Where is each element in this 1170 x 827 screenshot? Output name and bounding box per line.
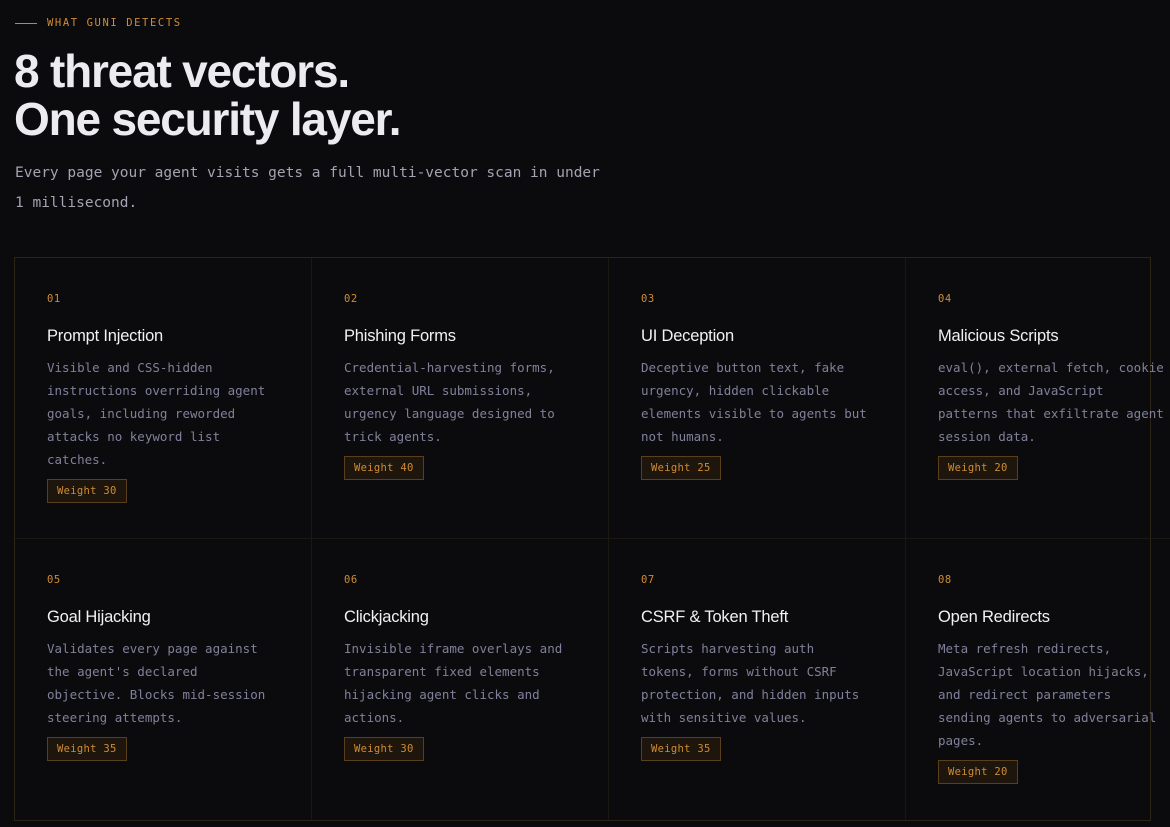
threat-title: Clickjacking: [344, 608, 429, 626]
threat-description: Scripts harvesting auth tokens, forms wi…: [641, 641, 860, 725]
threat-title: Phishing Forms: [344, 327, 456, 345]
threat-description: Credential-harvesting forms, external UR…: [344, 360, 555, 444]
threat-title: Malicious Scripts: [938, 327, 1059, 345]
weight-badge: Weight 20: [938, 760, 1018, 784]
section-headline: 8 threat vectors. One security layer.: [14, 45, 402, 145]
threat-card-goal-hijacking: 05 Goal Hijacking Validates every page a…: [15, 539, 312, 820]
threat-number: 05: [47, 574, 61, 586]
threat-description: Visible and CSS-hidden instructions over…: [47, 360, 266, 467]
section-eyebrow: WHAT GUNI DETECTS: [15, 15, 182, 31]
threat-description: Validates every page against the agent's…: [47, 641, 266, 725]
weight-badge: Weight 20: [938, 456, 1018, 480]
threat-card-ui-deception: 03 UI Deception Deceptive button text, f…: [609, 258, 906, 539]
weight-badge: Weight 35: [641, 737, 721, 761]
threat-description: Invisible iframe overlays and transparen…: [344, 641, 563, 725]
weight-badge: Weight 30: [344, 737, 424, 761]
threat-number: 04: [938, 293, 952, 305]
eyebrow-divider: [15, 22, 37, 24]
section-subtitle: Every page your agent visits gets a full…: [15, 165, 600, 211]
weight-badge: Weight 30: [47, 479, 127, 503]
threat-title: Goal Hijacking: [47, 608, 151, 626]
threat-title: UI Deception: [641, 327, 734, 345]
headline-line-2: One security layer.: [14, 93, 402, 145]
threat-number: 06: [344, 574, 358, 586]
threat-number: 07: [641, 574, 655, 586]
threat-number: 02: [344, 293, 358, 305]
threat-card-malicious-scripts: 04 Malicious Scripts eval(), external fe…: [906, 258, 1170, 539]
headline-line-1: 8 threat vectors.: [14, 45, 350, 97]
threat-card-phishing-forms: 02 Phishing Forms Credential-harvesting …: [312, 258, 609, 539]
threat-number: 03: [641, 293, 655, 305]
threat-title: CSRF & Token Theft: [641, 608, 789, 626]
threat-number: 01: [47, 293, 61, 305]
threat-card-open-redirects: 08 Open Redirects Meta refresh redirects…: [906, 539, 1170, 820]
threat-title: Open Redirects: [938, 608, 1050, 626]
threat-description: Deceptive button text, fake urgency, hid…: [641, 360, 867, 444]
threat-vectors-grid: 01 Prompt Injection Visible and CSS-hidd…: [14, 257, 1170, 821]
threat-card-prompt-injection: 01 Prompt Injection Visible and CSS-hidd…: [15, 258, 312, 539]
threat-card-clickjacking: 06 Clickjacking Invisible iframe overlay…: [312, 539, 609, 820]
threat-description: eval(), external fetch, cookie access, a…: [938, 360, 1164, 444]
weight-badge: Weight 25: [641, 456, 721, 480]
threat-card-csrf-token-theft: 07 CSRF & Token Theft Scripts harvesting…: [609, 539, 906, 820]
weight-badge: Weight 40: [344, 456, 424, 480]
eyebrow-label: WHAT GUNI DETECTS: [47, 17, 182, 29]
weight-badge: Weight 35: [47, 737, 127, 761]
threat-number: 08: [938, 574, 952, 586]
threat-title: Prompt Injection: [47, 327, 164, 345]
threat-description: Meta refresh redirects, JavaScript locat…: [938, 641, 1157, 748]
